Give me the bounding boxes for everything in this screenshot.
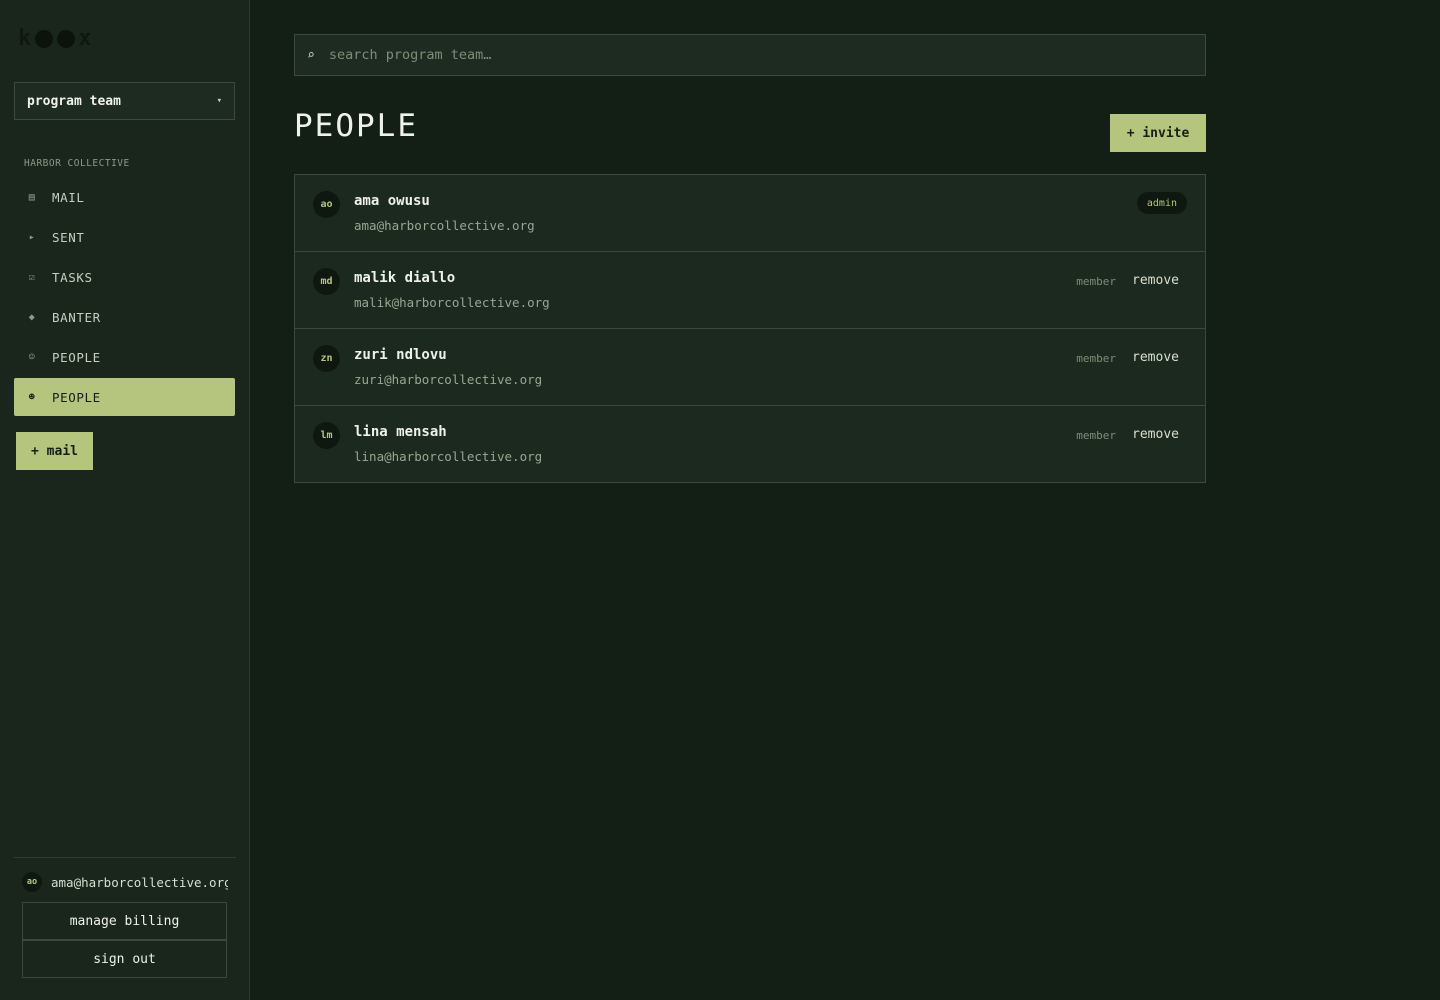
person-name: malik diallo (354, 270, 456, 286)
logo-dot (57, 29, 76, 48)
manage-billing-button[interactable]: manage billing (22, 902, 227, 940)
people-list: ao ama owusu ama@harborcollective.org ad… (294, 174, 1206, 483)
smiley-icon: ☺ (28, 351, 36, 363)
person-name: lina mensah (354, 424, 447, 440)
compose-mail-button[interactable]: + mail (16, 432, 93, 470)
remove-member-button[interactable]: remove (1132, 427, 1179, 442)
search-input[interactable] (328, 47, 1193, 63)
checkbox-icon: ☑ (28, 271, 36, 283)
avatar: zn (313, 345, 340, 372)
role-label: member (1076, 352, 1116, 365)
avatar: ao (22, 872, 42, 892)
role-badge: admin (1136, 192, 1187, 214)
team-select[interactable]: program team ▾ (14, 82, 235, 120)
person-name: zuri ndlovu (354, 347, 447, 363)
sidebar-item-mail[interactable]: ▤ MAIL (14, 178, 235, 216)
sidebar-item-label: PEOPLE (52, 389, 101, 405)
account-email: ama@harborcollective.org (51, 874, 228, 890)
team-select-value: program team (27, 93, 121, 109)
org-label: HARBOR COLLECTIVE (24, 158, 130, 169)
role-label: member (1076, 275, 1116, 288)
sign-out-button[interactable]: sign out (22, 940, 227, 978)
sidebar-nav: ▤ MAIL ▸ SENT ☑ TASKS ◆ BANTER ☺ PEOPLE … (14, 178, 235, 418)
main-content: ⌕ PEOPLE + invite ao ama owusu ama@harbo… (250, 0, 1440, 1000)
account-row: ao ama@harborcollective.org (22, 872, 228, 892)
logo-dot (35, 29, 54, 48)
sidebar-item-label: TASKS (52, 269, 93, 285)
sidebar-item-people[interactable]: ☺ PEOPLE (14, 338, 235, 376)
send-icon: ▸ (28, 231, 36, 243)
avatar: ao (313, 191, 340, 218)
sidebar-item-banter[interactable]: ◆ BANTER (14, 298, 235, 336)
sidebar-item-sent[interactable]: ▸ SENT (14, 218, 235, 256)
role-label: member (1076, 429, 1116, 442)
person-email: lina@harborcollective.org (354, 449, 543, 464)
sidebar-item-people-active[interactable]: ☻ PEOPLE (14, 378, 235, 416)
search-icon: ⌕ (307, 47, 315, 63)
remove-member-button[interactable]: remove (1132, 350, 1179, 365)
person-email: zuri@harborcollective.org (354, 372, 543, 387)
sidebar: kx program team ▾ HARBOR COLLECTIVE ▤ MA… (0, 0, 250, 1000)
page-title: PEOPLE (294, 108, 418, 144)
diamond-icon: ◆ (28, 311, 36, 323)
app-root: kx program team ▾ HARBOR COLLECTIVE ▤ MA… (0, 0, 1440, 1000)
person-email: malik@harborcollective.org (354, 295, 550, 310)
logo-letter-x: x (78, 26, 93, 51)
sidebar-item-label: BANTER (52, 309, 101, 325)
person-email: ama@harborcollective.org (354, 218, 535, 233)
list-item: md malik diallo malik@harborcollective.o… (295, 252, 1205, 329)
sidebar-item-label: PEOPLE (52, 349, 101, 365)
sidebar-footer: ao ama@harborcollective.org manage billi… (14, 857, 236, 1000)
chevron-down-icon: ▾ (216, 96, 222, 106)
inbox-icon: ▤ (28, 191, 36, 203)
list-item: zn zuri ndlovu zuri@harborcollective.org… (295, 329, 1205, 406)
invite-button[interactable]: + invite (1110, 114, 1206, 152)
person-icon: ☻ (28, 391, 36, 403)
app-logo: kx (18, 26, 93, 51)
list-item: lm lina mensah lina@harborcollective.org… (295, 406, 1205, 482)
sidebar-item-label: SENT (52, 229, 85, 245)
avatar: lm (313, 422, 340, 449)
list-item: ao ama owusu ama@harborcollective.org ad… (295, 175, 1205, 252)
sidebar-item-label: MAIL (52, 189, 85, 205)
remove-member-button[interactable]: remove (1132, 273, 1179, 288)
sidebar-item-tasks[interactable]: ☑ TASKS (14, 258, 235, 296)
logo-letter-k: k (18, 26, 33, 51)
person-name: ama owusu (354, 193, 430, 209)
avatar: md (313, 268, 340, 295)
search-bar: ⌕ (294, 34, 1206, 76)
